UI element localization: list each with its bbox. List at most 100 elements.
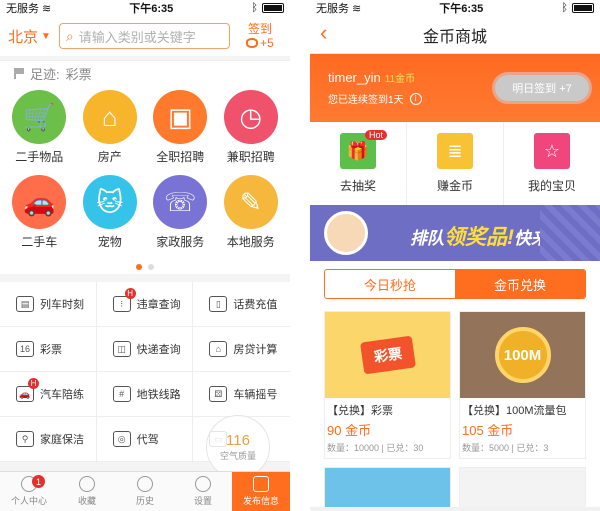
steering-wheel-icon: ◎ [112, 431, 131, 447]
entry-item[interactable]: 🎁 Hot 去抽奖 [310, 122, 407, 205]
category-item[interactable]: ▣ 全职招聘 [146, 90, 214, 165]
service-item[interactable]: ◎ 代驾 [96, 417, 194, 462]
product-title: 【兑换】彩票 [327, 405, 393, 417]
tab-profile[interactable]: 1 个人中心 [0, 472, 58, 511]
data-pack-medal: 100M [494, 327, 551, 383]
tab-flash-sale[interactable]: 今日秒抢 [325, 270, 455, 298]
product-image: 100M [460, 312, 585, 398]
house-icon: ⌂ [82, 90, 137, 144]
star-icon [79, 476, 95, 492]
air-quality-label: 空气质量 [219, 451, 256, 461]
category-item[interactable]: ☏ 家政服务 [146, 175, 214, 250]
wifi-icon: ≋ [42, 2, 52, 15]
subway-icon: # [112, 386, 131, 402]
service-item[interactable]: ▯ 话费充值 [193, 282, 290, 327]
product-card-partial[interactable] [459, 467, 586, 507]
status-bar: 无服务 ≋ 下午6:35 ᛒ [0, 0, 290, 16]
promo-banner[interactable]: 排队领奖品!快来呀! [310, 205, 600, 261]
category-label: 二手车 [21, 235, 58, 249]
banner-prefix: 排队 [410, 229, 444, 248]
service-item[interactable]: ⁝ H 违章查询 [96, 282, 194, 327]
service-label: 房贷计算 [233, 344, 278, 356]
footprint-bar[interactable]: 足迹: 彩票 [0, 60, 290, 86]
status-bar: 无服务 ≋ 下午6:35 ᛒ [310, 0, 600, 16]
tomorrow-signin-button[interactable]: 明日签到 +7 [492, 72, 592, 104]
entry-item[interactable]: ☆ 我的宝贝 [504, 122, 600, 205]
phone-icon: ☏ [153, 175, 208, 229]
category-label: 全职招聘 [156, 150, 205, 164]
signin-bonus: +5 [260, 36, 274, 50]
footprint-value[interactable]: 彩票 [66, 64, 92, 83]
tab-favorites[interactable]: 收藏 [58, 472, 116, 511]
service-label: 彩票 [40, 344, 62, 356]
product-card[interactable]: 100M 【兑换】100M流量包 105 金币 数量：5000 | 已兑：3 [459, 311, 586, 459]
battery-icon [571, 3, 594, 13]
back-icon[interactable]: ‹ [320, 20, 327, 46]
category-item[interactable]: 🐱 宠物 [76, 175, 144, 250]
clock: 下午6:35 [129, 3, 174, 15]
service-item[interactable]: ⌂ 房贷计算 [193, 327, 290, 372]
banner-headline: 领奖品! [444, 226, 514, 249]
city-selector[interactable]: 北京 ▼ [8, 26, 51, 47]
product-card[interactable]: 彩票 【兑换】彩票 90 金币 数量：10000 | 已兑：30 [324, 311, 451, 459]
home-screen: 无服务 ≋ 下午6:35 ᛒ 北京 ▼ ⌕ 请输入类别或关键字 签到 +5 足迹:… [0, 0, 290, 511]
product-card-partial[interactable] [324, 467, 451, 507]
category-item[interactable]: 🚗 二手车 [5, 175, 73, 250]
tab-history[interactable]: 历史 [116, 472, 174, 511]
category-item[interactable]: ✎ 本地服务 [217, 175, 285, 250]
service-item[interactable]: 🚗 H 汽车陪练 [0, 372, 97, 417]
tab-label: 个人中心 [10, 496, 47, 506]
entry-row: 🎁 Hot 去抽奖 ≣ 赚金币 ☆ 我的宝贝 [310, 122, 600, 205]
city-label: 北京 [8, 28, 39, 46]
username: timer_yin [328, 70, 381, 85]
product-meta: 数量：5000 | 已兑：3 [462, 443, 549, 453]
category-item[interactable]: ◷ 兼职招聘 [217, 90, 285, 165]
notification-badge: 1 [32, 475, 45, 488]
tab-post[interactable]: 发布信息 [232, 472, 290, 511]
person-clock-icon: ◷ [223, 90, 278, 144]
star-icon: ☆ [534, 133, 570, 169]
category-label: 兼职招聘 [226, 150, 275, 164]
carrier-label: 无服务 [6, 3, 39, 15]
edit-icon [253, 476, 269, 492]
coin-icon [246, 38, 259, 48]
package-icon: ◫ [112, 341, 131, 357]
train-icon: ▤ [16, 296, 34, 312]
air-quality-gauge[interactable]: 116 空气质量 [206, 415, 270, 479]
service-item[interactable]: # 地铁线路 [96, 372, 194, 417]
tab-settings[interactable]: 设置 [174, 472, 232, 511]
page-indicator [0, 264, 290, 270]
wifi-icon: ≋ [352, 2, 362, 15]
clock-icon [137, 476, 153, 492]
search-input[interactable]: ⌕ 请输入类别或关键字 [58, 23, 230, 49]
entry-item[interactable]: ≣ 赚金币 [407, 122, 504, 205]
segmented-control: 今日秒抢 金币兑换 [324, 269, 586, 299]
hot-badge: Hot [365, 130, 388, 140]
id-card-icon: ▣ [153, 90, 208, 144]
product-list-more [310, 467, 600, 507]
service-label: 汽车陪练 [40, 389, 84, 401]
lottery-icon: 16 [16, 341, 34, 357]
entry-label: 去抽奖 [339, 179, 376, 193]
category-item[interactable]: ⌂ 房产 [76, 90, 144, 165]
service-item[interactable]: ⚲ 家庭保洁 [0, 417, 97, 462]
product-image: 彩票 [325, 312, 450, 398]
clock: 下午6:35 [439, 3, 484, 15]
entry-label: 赚金币 [436, 179, 473, 193]
flag-icon [14, 68, 24, 79]
product-price: 105 金币 [462, 423, 514, 438]
product-meta: 数量：10000 | 已兑：30 [327, 443, 424, 453]
hot-badge: H [124, 288, 136, 299]
service-item[interactable]: ▤ 列车时刻 [0, 282, 97, 327]
tab-label: 历史 [135, 496, 154, 506]
service-item[interactable]: ⚄ 车辆摇号 [193, 372, 290, 417]
service-item[interactable]: ◫ 快递查询 [96, 327, 194, 372]
service-item[interactable]: 16 彩票 [0, 327, 97, 372]
nav-bar: ‹ 金币商城 [310, 16, 600, 54]
category-item[interactable]: 🛒 二手物品 [5, 90, 73, 165]
tab-bar: 1 个人中心 收藏 历史 设置 发布信息 [0, 471, 290, 511]
signin-button[interactable]: 签到 +5 [238, 22, 282, 50]
info-icon[interactable]: i [409, 92, 422, 105]
chevron-down-icon: ▼ [41, 30, 51, 42]
tab-coin-exchange[interactable]: 金币兑换 [455, 270, 585, 298]
